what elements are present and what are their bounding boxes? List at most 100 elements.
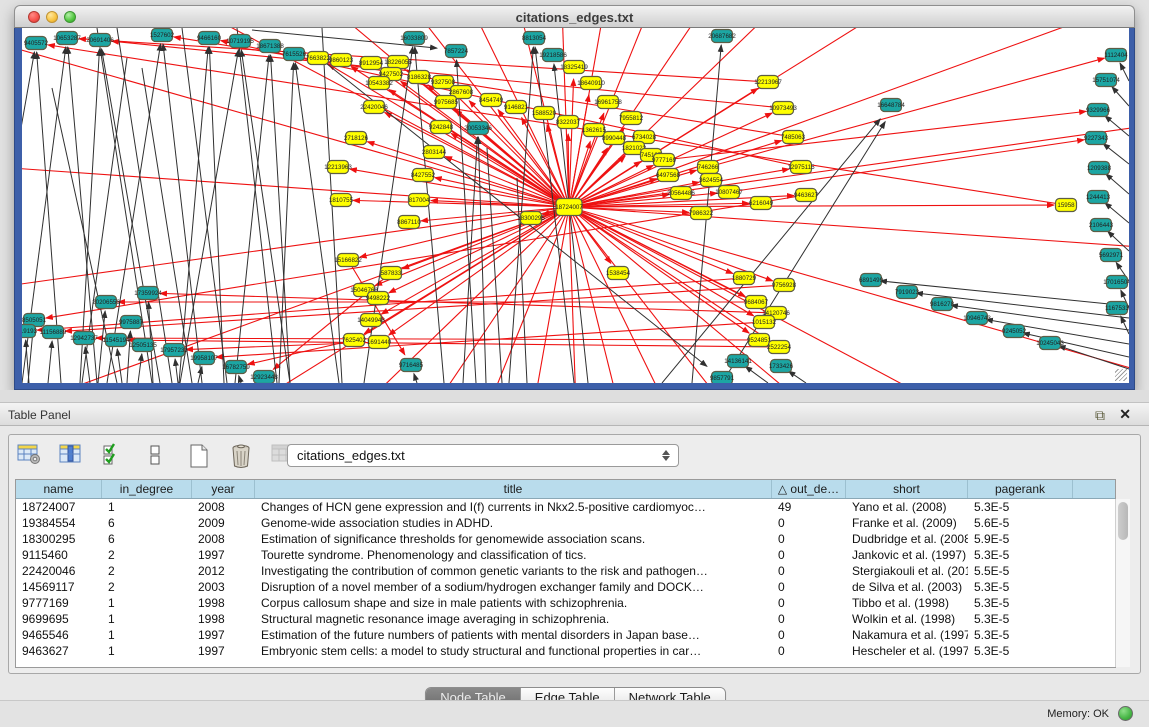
yellow-node-8912954[interactable]: 8912954 xyxy=(359,57,384,70)
yellow-node-18325419[interactable]: 18325419 xyxy=(560,61,588,74)
yellow-node-9146821[interactable]: 9146821 xyxy=(504,101,529,114)
yellow-node-12975115[interactable]: 12975115 xyxy=(787,161,815,174)
yellow-node-20564486[interactable]: 20564486 xyxy=(667,187,695,200)
teal-node-20687682[interactable]: 20687682 xyxy=(708,30,736,43)
teal-node-16648784[interactable]: 16648784 xyxy=(877,99,905,112)
teal-node-11545194[interactable]: 11545194 xyxy=(102,334,130,347)
teal-node-1527602[interactable]: 1527602 xyxy=(150,29,175,42)
teal-node-20053346[interactable]: 20053346 xyxy=(464,122,492,135)
teal-node-12942737[interactable]: 12942737 xyxy=(70,332,98,345)
yellow-node-1810755[interactable]: 1810755 xyxy=(329,194,354,207)
yellow-node-8186328[interactable]: 8186328 xyxy=(407,71,432,84)
delete-rows-icon[interactable] xyxy=(227,441,255,469)
yellow-node-7663822[interactable]: 7663822 xyxy=(306,52,331,65)
yellow-node-8990448[interactable]: 8990448 xyxy=(602,132,627,145)
table-settings-icon[interactable] xyxy=(15,441,43,469)
teal-node-11156889[interactable]: 11156889 xyxy=(40,326,67,339)
yellow-node-2803144[interactable]: 2803144 xyxy=(422,146,447,159)
yellow-node-22420046[interactable]: 22420046 xyxy=(360,101,388,114)
teal-node-17359924[interactable]: 17359924 xyxy=(134,287,162,300)
table-row[interactable]: 946554611997Estimation of the future num… xyxy=(16,627,1115,643)
teal-node-16782759[interactable]: 16782759 xyxy=(222,361,250,374)
teal-node-19958107[interactable]: 19958107 xyxy=(190,352,218,365)
yellow-node-1015132[interactable]: 1015132 xyxy=(752,316,777,329)
window-titlebar[interactable]: citations_edges.txt xyxy=(14,5,1135,28)
teal-node-10719195[interactable]: 10719195 xyxy=(226,35,254,48)
teal-node-8813054[interactable]: 8813054 xyxy=(522,32,547,45)
yellow-node-1691440[interactable]: 1691440 xyxy=(367,336,392,349)
yellow-node-9242848[interactable]: 9242848 xyxy=(429,121,454,134)
column-header-short[interactable]: short xyxy=(846,480,968,498)
yellow-node-1880729[interactable]: 1880729 xyxy=(732,272,757,285)
resize-grip-icon[interactable] xyxy=(1115,369,1127,381)
teal-node-5692971[interactable]: 5692971 xyxy=(1099,249,1124,262)
yellow-node-3624554[interactable]: 3624554 xyxy=(699,174,724,187)
table-row[interactable]: 946362711997Embryonic stem cells: a mode… xyxy=(16,643,1115,659)
teal-node-10245043[interactable]: 10245043 xyxy=(1036,337,1064,350)
yellow-node-9498222[interactable]: 9498222 xyxy=(366,292,391,305)
yellow-node-7485063[interactable]: 7485063 xyxy=(781,131,806,144)
teal-node-17957233[interactable]: 17957233 xyxy=(160,344,188,357)
memory-status-icon[interactable] xyxy=(1118,706,1133,721)
yellow-node-12213967[interactable]: 12213967 xyxy=(754,76,782,89)
yellow-node-2522254[interactable]: 2522254 xyxy=(767,341,792,354)
column-header-pagerank[interactable]: pagerank xyxy=(968,480,1073,498)
table-row[interactable]: 911546021997Tourette syndrome. Phenomeno… xyxy=(16,547,1115,563)
yellow-node-9860123[interactable]: 9860123 xyxy=(329,54,354,67)
yellow-node-817004[interactable]: 817004 xyxy=(409,194,430,207)
teal-node-10946743[interactable]: 10946743 xyxy=(963,312,991,325)
yellow-node-15958[interactable]: 15958 xyxy=(1056,199,1077,212)
teal-node-18671388[interactable]: 18671388 xyxy=(256,40,284,53)
teal-node-9857791[interactable]: 9857791 xyxy=(710,372,735,384)
teal-node-14136141[interactable]: 14136141 xyxy=(724,355,752,368)
yellow-node-7955812[interactable]: 7955812 xyxy=(619,112,644,125)
yellow-node-6216049[interactable]: 6216049 xyxy=(749,197,774,210)
teal-node-9245052[interactable]: 9245052 xyxy=(1002,325,1027,338)
teal-node-1733426[interactable]: 1733426 xyxy=(769,360,794,373)
teal-node-12923448[interactable]: 12923448 xyxy=(250,371,278,384)
teal-node-7919023[interactable]: 7919023 xyxy=(895,286,920,299)
column-header-year[interactable]: year xyxy=(192,480,255,498)
teal-node-1112404[interactable]: 1112404 xyxy=(1104,49,1128,62)
teal-node-9466160[interactable]: 9466160 xyxy=(197,32,222,45)
teal-node-9405572[interactable]: 9405572 xyxy=(24,37,49,50)
yellow-node-10543382[interactable]: 10543382 xyxy=(365,77,393,90)
yellow-node-8867110[interactable]: 8867110 xyxy=(397,216,421,229)
yellow-node-18226058[interactable]: 18226058 xyxy=(384,56,412,69)
yellow-node-16961758[interactable]: 16961758 xyxy=(594,96,622,109)
table-selector-combo[interactable]: citations_edges.txt xyxy=(287,444,679,467)
teal-node-19218586[interactable]: 19218586 xyxy=(539,49,567,62)
yellow-node-9777169[interactable]: 9777169 xyxy=(652,154,677,167)
teal-node-17016504[interactable]: 17016504 xyxy=(1103,276,1129,289)
teal-node-20691406[interactable]: 20691406 xyxy=(86,34,114,47)
table-row[interactable]: 1938455462009Genome-wide association stu… xyxy=(16,515,1115,531)
yellow-node-9756928[interactable]: 9756928 xyxy=(772,279,797,292)
column-header-out_de[interactable]: △ out_de… xyxy=(772,480,846,498)
network-canvas[interactable]: 1872400776638229860123891295418226058942… xyxy=(22,28,1129,383)
teal-node-9329966[interactable]: 9329966 xyxy=(1086,104,1111,117)
float-panel-icon[interactable]: ⧉ xyxy=(1095,407,1105,424)
teal-node-20206556[interactable]: 20206556 xyxy=(92,296,120,309)
table-row[interactable]: 1456911722003Disruption of a novel membe… xyxy=(16,579,1115,595)
yellow-node-7986322[interactable]: 7986322 xyxy=(689,207,714,220)
yellow-node-9463627[interactable]: 9463627 xyxy=(794,189,819,202)
teal-node-1209388[interactable]: 1209388 xyxy=(1087,162,1112,175)
yellow-node-12213963[interactable]: 12213963 xyxy=(324,161,352,174)
teal-node-7857224[interactable]: 7857224 xyxy=(444,45,469,58)
yellow-node-18300295[interactable]: 18300295 xyxy=(517,212,545,225)
teal-node-16033809[interactable]: 16033809 xyxy=(400,32,428,45)
teal-node-10653287[interactable]: 10653287 xyxy=(53,32,81,45)
yellow-node-10973493[interactable]: 10973493 xyxy=(769,102,797,115)
close-panel-icon[interactable]: ✕ xyxy=(1119,406,1131,423)
yellow-node-10807467[interactable]: 10807467 xyxy=(715,186,743,199)
yellow-node-18724007[interactable]: 18724007 xyxy=(555,199,583,216)
teal-node-6891499[interactable]: 6891499 xyxy=(859,274,884,287)
teal-node-9816278[interactable]: 9816278 xyxy=(930,298,955,311)
scrollbar-thumb[interactable] xyxy=(1118,502,1128,540)
yellow-node-6497568[interactable]: 6497568 xyxy=(656,169,681,182)
yellow-node-1538454[interactable]: 1538454 xyxy=(606,267,631,280)
yellow-node-8454749[interactable]: 8454749 xyxy=(479,94,504,107)
teal-node-9227343[interactable]: 9227343 xyxy=(1084,132,1109,145)
teal-node-2106443[interactable]: 2106443 xyxy=(1089,219,1114,232)
teal-node-1244413[interactable]: 1244413 xyxy=(1086,191,1111,204)
